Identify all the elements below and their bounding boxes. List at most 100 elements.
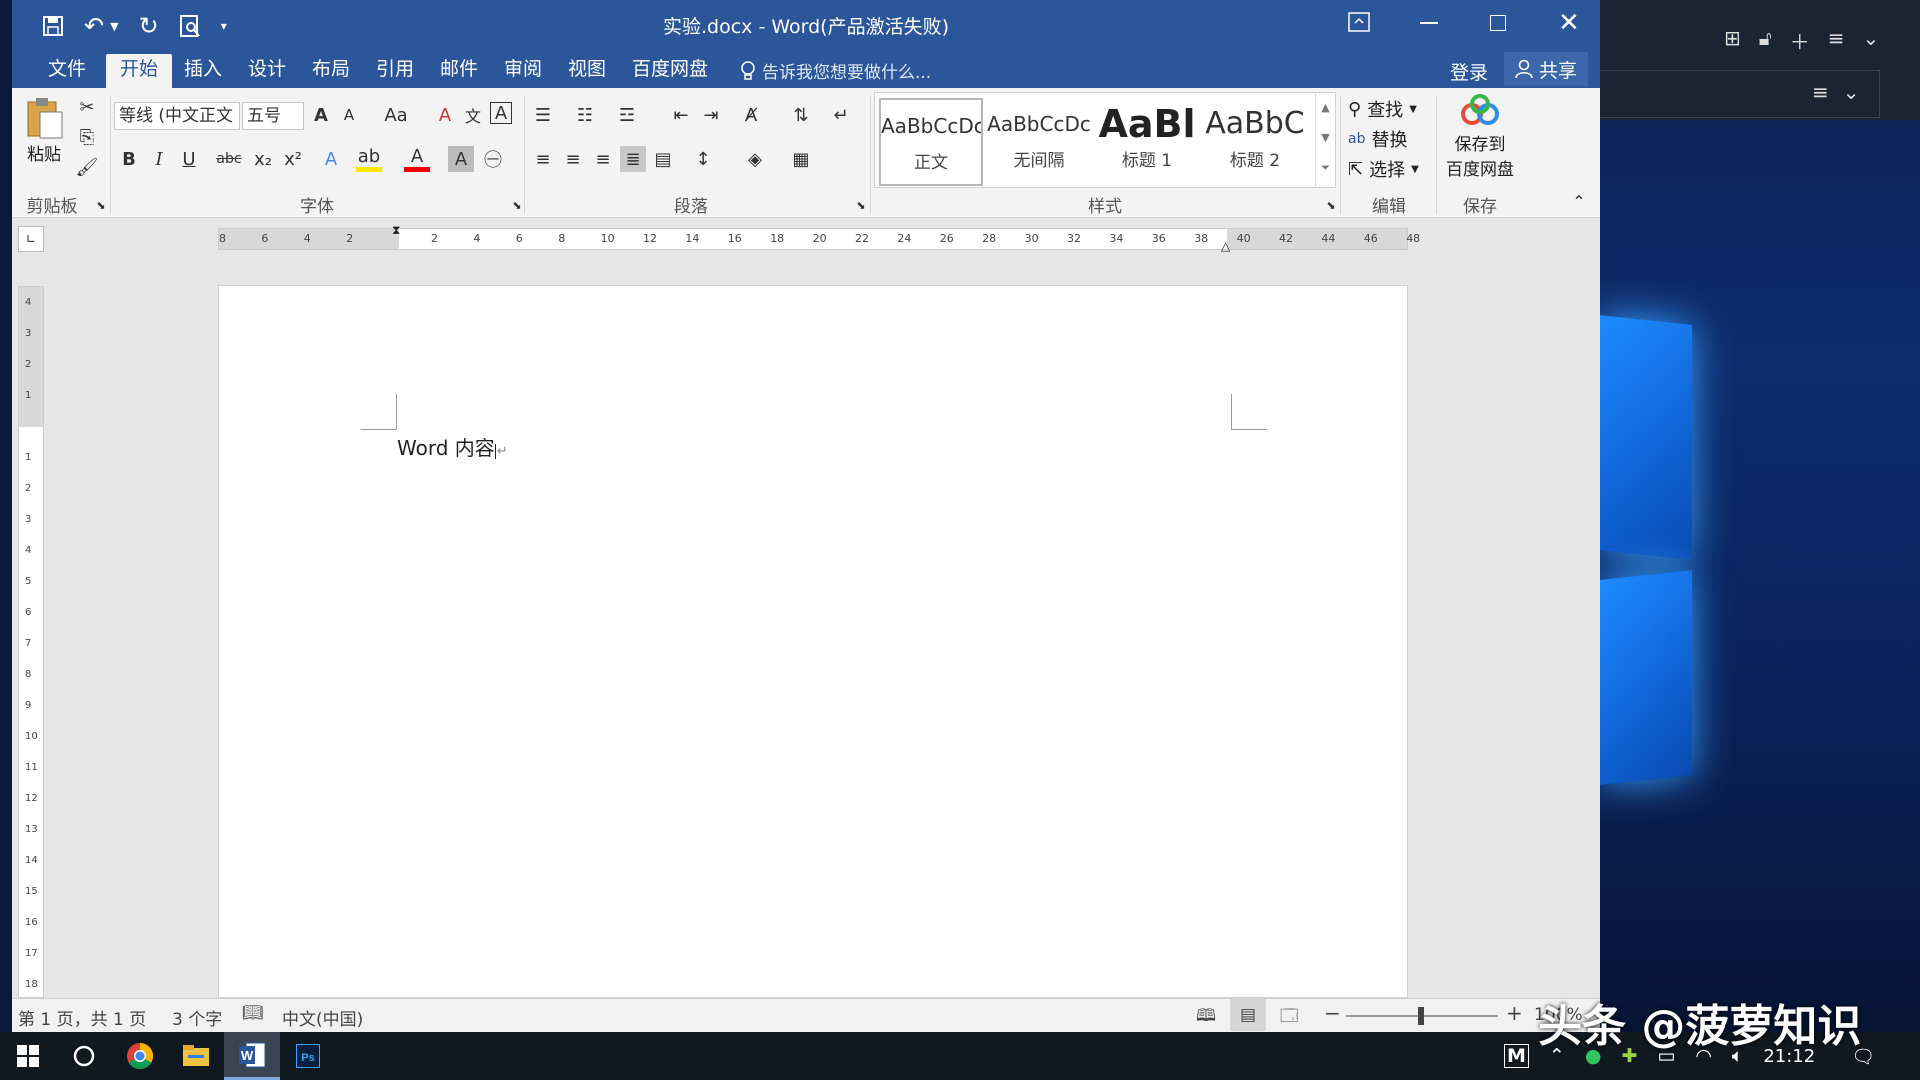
zoom-in-icon[interactable]: +	[1506, 1001, 1523, 1025]
more-styles-icon[interactable]: ⏷	[1316, 153, 1335, 183]
tab-file[interactable]: 文件	[34, 54, 100, 88]
show-marks-icon[interactable]: ↵	[828, 102, 854, 128]
menu-icon[interactable]: ≡	[1828, 26, 1845, 55]
read-mode-icon[interactable]: 🕮︎	[1196, 1003, 1216, 1032]
superscript-icon[interactable]: x²	[280, 146, 306, 172]
decrease-indent-icon[interactable]: ⇤	[668, 102, 694, 128]
tab-home[interactable]: 开始	[106, 54, 173, 88]
font-name-dropdown[interactable]: 等线 (中文正文	[114, 102, 240, 130]
format-painter-icon[interactable]: 🖌︎	[74, 154, 100, 180]
horizontal-ruler[interactable]: 8 6 4 2 2 4 6 8 10 12 14 16 18 20 22 24 26 28 30 32 34 36 38 40…	[218, 223, 1420, 253]
tab-design[interactable]: 设计	[234, 54, 300, 88]
share-button[interactable]: 共享	[1504, 52, 1588, 86]
word-icon[interactable]: W	[224, 1032, 280, 1080]
cut-icon[interactable]: ✂	[74, 94, 100, 120]
tab-baidu-netdisk[interactable]: 百度网盘	[618, 54, 722, 88]
tab-references[interactable]: 引用	[362, 54, 428, 88]
tab-view[interactable]: 视图	[554, 54, 620, 88]
strikethrough-icon[interactable]: abc	[216, 146, 242, 172]
style-heading-2[interactable]: AaBbC 标题 2	[1203, 98, 1307, 186]
bold-icon[interactable]: B	[116, 146, 142, 172]
scroll-up-icon[interactable]: ▲	[1316, 93, 1335, 123]
chinese-layout-icon[interactable]: Ⱥ	[738, 102, 764, 128]
photoshop-icon[interactable]: Ps	[280, 1032, 336, 1080]
text-effects-icon[interactable]: A	[318, 146, 344, 172]
document-page[interactable]: Word 内容 ↵	[218, 285, 1408, 998]
numbering-icon[interactable]: ☷	[572, 102, 598, 128]
justify-icon[interactable]: ≣	[620, 146, 646, 172]
shrink-font-icon[interactable]: A	[336, 102, 362, 128]
grid-icon[interactable]: ⊞	[1724, 26, 1741, 55]
character-border-icon[interactable]: A	[490, 102, 512, 124]
align-right-icon[interactable]: ≡	[590, 146, 616, 172]
character-shading-icon[interactable]: A	[448, 146, 474, 172]
clear-formatting-icon[interactable]: A	[432, 102, 458, 128]
tab-mailings[interactable]: 邮件	[426, 54, 492, 88]
maximize-icon[interactable]	[1490, 15, 1506, 31]
line-spacing-icon[interactable]: ↕	[690, 146, 716, 172]
minimize-icon[interactable]	[1420, 22, 1438, 24]
bullets-icon[interactable]: ☰	[530, 102, 556, 128]
select-button[interactable]: ⇱ 选择 ▼	[1348, 156, 1419, 182]
print-layout-icon[interactable]: ▤	[1230, 999, 1266, 1031]
ribbon-display-options-icon[interactable]	[1348, 12, 1370, 32]
file-explorer-icon[interactable]	[168, 1032, 224, 1080]
right-indent-marker-icon[interactable]: △	[1221, 239, 1230, 253]
highlight-icon[interactable]: ab	[356, 146, 382, 172]
zoom-slider-thumb[interactable]	[1418, 1007, 1424, 1025]
m-app-icon[interactable]: M	[1504, 1044, 1529, 1068]
proofing-icon[interactable]: 📖︎	[242, 1003, 264, 1023]
find-button[interactable]: ⚲ 查找 ▼	[1348, 96, 1417, 122]
font-size-dropdown[interactable]: 五号	[242, 102, 304, 130]
collapse-ribbon-icon[interactable]: ⌃	[1566, 188, 1592, 214]
tell-me-box[interactable]: 告诉我您想要做什么...	[740, 58, 931, 83]
word-count[interactable]: 3 个字	[172, 1005, 222, 1030]
multilevel-list-icon[interactable]: ☲	[614, 102, 640, 128]
scroll-down-icon[interactable]: ▼	[1316, 123, 1335, 153]
document-text[interactable]: Word 内容 ↵	[397, 432, 508, 461]
enclose-characters-icon[interactable]: ㊀	[480, 146, 506, 172]
change-case-icon[interactable]: Aa	[378, 102, 414, 128]
add-icon[interactable]: ＋	[1790, 26, 1810, 55]
replace-button[interactable]: ab 替换	[1348, 126, 1407, 152]
lock-icon[interactable]: 🔓︎	[1759, 26, 1772, 55]
italic-icon[interactable]: I	[146, 146, 172, 172]
chevron-down-icon[interactable]: ⌄	[1863, 26, 1880, 55]
style-normal[interactable]: AaBbCcDc 正文	[879, 98, 983, 186]
subscript-icon[interactable]: x₂	[250, 146, 276, 172]
web-layout-icon[interactable]: 🗔︎	[1280, 1003, 1298, 1032]
page-count[interactable]: 第 1 页，共 1 页	[18, 1005, 146, 1030]
zoom-slider[interactable]	[1346, 1007, 1498, 1025]
chrome-icon[interactable]	[112, 1032, 168, 1080]
language-indicator[interactable]: 中文(中国)	[282, 1005, 363, 1030]
save-to-baidu-button[interactable]: 保存到 百度网盘	[1440, 94, 1520, 180]
grow-font-icon[interactable]: A	[308, 102, 334, 128]
tab-selector-icon[interactable]: ∟	[18, 226, 44, 252]
vertical-ruler[interactable]: 4 3 2 1 1 2 3 4 5 6 7 8 9 10 11 12 13 14 15 16 17 18	[18, 286, 44, 998]
underline-icon[interactable]: U	[176, 146, 202, 172]
tab-review[interactable]: 审阅	[490, 54, 556, 88]
indent-marker-icon[interactable]: ⧗	[392, 223, 400, 238]
cortana-icon[interactable]	[56, 1032, 112, 1080]
distributed-icon[interactable]: ▤	[650, 146, 676, 172]
style-heading-1[interactable]: AaBl 标题 1	[1095, 98, 1199, 186]
login-link[interactable]: 登录	[1450, 58, 1488, 85]
style-no-spacing[interactable]: AaBbCcDc 无间隔	[987, 98, 1091, 186]
close-icon[interactable]: ✕	[1558, 8, 1580, 38]
align-left-icon[interactable]: ≡	[530, 146, 556, 172]
paste-button[interactable]: 粘贴	[20, 94, 68, 186]
tab-layout[interactable]: 布局	[298, 54, 364, 88]
phonetic-guide-icon[interactable]: 文	[460, 102, 486, 128]
tab-insert[interactable]: 插入	[170, 54, 236, 88]
font-color-icon[interactable]: A	[404, 146, 430, 172]
start-icon[interactable]	[0, 1032, 56, 1080]
copy-icon[interactable]: ⎘	[74, 124, 100, 150]
list-icon[interactable]: ≡	[1812, 80, 1829, 104]
chevron-down-icon[interactable]: ⌄	[1843, 80, 1860, 104]
borders-icon[interactable]: ▦	[788, 146, 814, 172]
zoom-out-icon[interactable]: −	[1324, 1001, 1341, 1025]
shading-icon[interactable]: ◈	[742, 146, 768, 172]
align-center-icon[interactable]: ≡	[560, 146, 586, 172]
increase-indent-icon[interactable]: ⇥	[698, 102, 724, 128]
sort-icon[interactable]: ⇅	[788, 102, 814, 128]
